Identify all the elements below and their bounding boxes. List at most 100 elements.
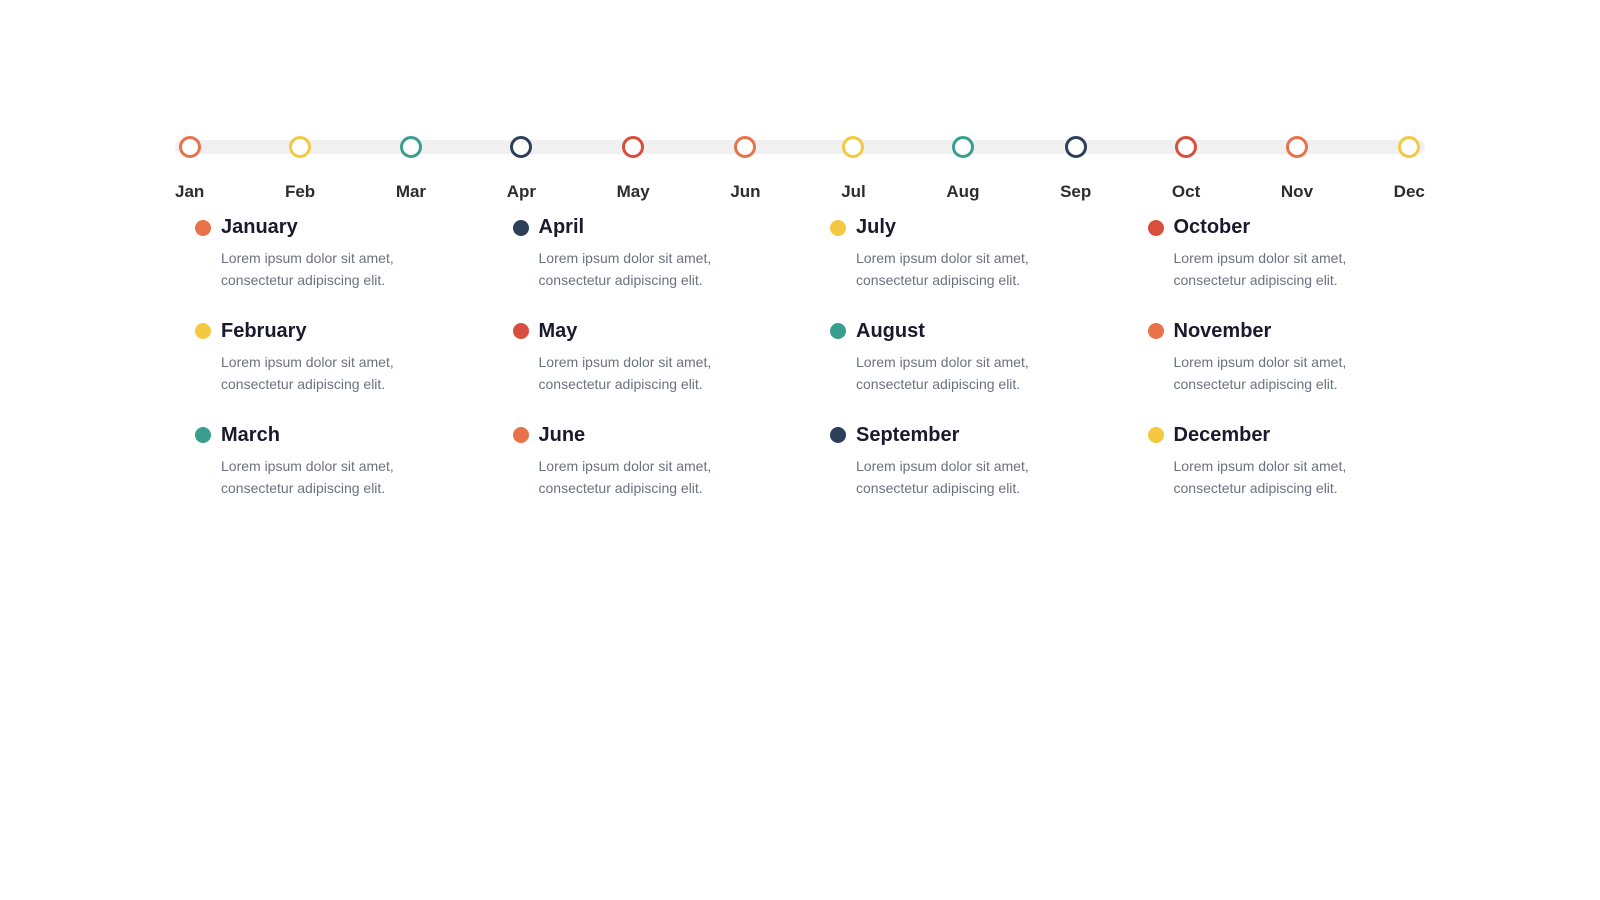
month-short-label: Oct xyxy=(1172,182,1200,202)
month-heading: June xyxy=(513,424,771,447)
timeline-dot-jul: Jul xyxy=(841,140,866,202)
month-name-september: September xyxy=(856,424,959,447)
month-entry-april: April Lorem ipsum dolor sit amet, consec… xyxy=(493,204,791,308)
month-heading: February xyxy=(195,320,453,343)
bullet-october xyxy=(1148,220,1164,236)
month-short-label: May xyxy=(617,182,650,202)
timeline-dot-sep: Sep xyxy=(1060,140,1091,202)
bullet-december xyxy=(1148,427,1164,443)
dot-dec xyxy=(1398,136,1420,158)
month-heading: January xyxy=(195,216,453,239)
dot-apr xyxy=(510,136,532,158)
month-name-july: July xyxy=(856,216,896,239)
bullet-march xyxy=(195,427,211,443)
bullet-january xyxy=(195,220,211,236)
month-short-label: Nov xyxy=(1281,182,1313,202)
month-name-june: June xyxy=(539,424,586,447)
month-heading: August xyxy=(830,320,1088,343)
month-name-march: March xyxy=(221,424,280,447)
month-entry-march: March Lorem ipsum dolor sit amet, consec… xyxy=(175,412,473,516)
timeline-dot-aug: Aug xyxy=(946,140,979,202)
month-entry-june: June Lorem ipsum dolor sit amet, consect… xyxy=(493,412,791,516)
timeline-dot-jan: Jan xyxy=(175,140,204,202)
month-desc-july: Lorem ipsum dolor sit amet, consectetur … xyxy=(830,247,1088,292)
month-short-label: Dec xyxy=(1394,182,1425,202)
timeline-dot-oct: Oct xyxy=(1172,140,1200,202)
month-name-november: November xyxy=(1174,320,1272,343)
month-entry-december: December Lorem ipsum dolor sit amet, con… xyxy=(1128,412,1426,516)
month-desc-june: Lorem ipsum dolor sit amet, consectetur … xyxy=(513,455,771,500)
month-name-may: May xyxy=(539,320,578,343)
dot-feb xyxy=(289,136,311,158)
dot-nov xyxy=(1286,136,1308,158)
bullet-november xyxy=(1148,323,1164,339)
month-short-label: Jul xyxy=(841,182,866,202)
month-heading: October xyxy=(1148,216,1406,239)
bullet-august xyxy=(830,323,846,339)
month-short-label: Jan xyxy=(175,182,204,202)
timeline-dot-feb: Feb xyxy=(285,140,315,202)
month-heading: December xyxy=(1148,424,1406,447)
bullet-may xyxy=(513,323,529,339)
month-name-december: December xyxy=(1174,424,1271,447)
month-desc-october: Lorem ipsum dolor sit amet, consectetur … xyxy=(1148,247,1406,292)
month-heading: July xyxy=(830,216,1088,239)
timeline-dot-apr: Apr xyxy=(507,140,536,202)
month-desc-november: Lorem ipsum dolor sit amet, consectetur … xyxy=(1148,351,1406,396)
month-entry-january: January Lorem ipsum dolor sit amet, cons… xyxy=(175,204,473,308)
dot-mar xyxy=(400,136,422,158)
month-entry-february: February Lorem ipsum dolor sit amet, con… xyxy=(175,308,473,412)
month-name-august: August xyxy=(856,320,925,343)
bullet-june xyxy=(513,427,529,443)
month-name-february: February xyxy=(221,320,307,343)
month-desc-february: Lorem ipsum dolor sit amet, consectetur … xyxy=(195,351,453,396)
month-desc-april: Lorem ipsum dolor sit amet, consectetur … xyxy=(513,247,771,292)
month-heading: April xyxy=(513,216,771,239)
dot-jan xyxy=(179,136,201,158)
timeline-dot-nov: Nov xyxy=(1281,140,1313,202)
timeline: Jan Feb Mar Apr May Jun Jul Aug Sep Oct … xyxy=(175,140,1425,154)
timeline-dot-dec: Dec xyxy=(1394,140,1425,202)
month-name-january: January xyxy=(221,216,298,239)
timeline-dot-jun: Jun xyxy=(730,140,760,202)
month-entry-september: September Lorem ipsum dolor sit amet, co… xyxy=(810,412,1108,516)
timeline-dot-mar: Mar xyxy=(396,140,426,202)
month-short-label: Jun xyxy=(730,182,760,202)
dot-may xyxy=(622,136,644,158)
month-desc-august: Lorem ipsum dolor sit amet, consectetur … xyxy=(830,351,1088,396)
timeline-bar: Jan Feb Mar Apr May Jun Jul Aug Sep Oct … xyxy=(175,140,1425,154)
dot-sep xyxy=(1065,136,1087,158)
month-heading: May xyxy=(513,320,771,343)
month-desc-january: Lorem ipsum dolor sit amet, consectetur … xyxy=(195,247,453,292)
month-heading: March xyxy=(195,424,453,447)
content-grid: January Lorem ipsum dolor sit amet, cons… xyxy=(175,204,1425,515)
month-name-april: April xyxy=(539,216,585,239)
month-desc-december: Lorem ipsum dolor sit amet, consectetur … xyxy=(1148,455,1406,500)
month-short-label: Sep xyxy=(1060,182,1091,202)
dot-aug xyxy=(952,136,974,158)
bullet-july xyxy=(830,220,846,236)
dot-oct xyxy=(1175,136,1197,158)
month-entry-july: July Lorem ipsum dolor sit amet, consect… xyxy=(810,204,1108,308)
month-name-october: October xyxy=(1174,216,1251,239)
month-desc-march: Lorem ipsum dolor sit amet, consectetur … xyxy=(195,455,453,500)
month-desc-september: Lorem ipsum dolor sit amet, consectetur … xyxy=(830,455,1088,500)
month-short-label: Apr xyxy=(507,182,536,202)
month-heading: November xyxy=(1148,320,1406,343)
bullet-april xyxy=(513,220,529,236)
bullet-february xyxy=(195,323,211,339)
month-entry-november: November Lorem ipsum dolor sit amet, con… xyxy=(1128,308,1426,412)
bullet-september xyxy=(830,427,846,443)
month-heading: September xyxy=(830,424,1088,447)
timeline-dot-may: May xyxy=(617,140,650,202)
month-short-label: Mar xyxy=(396,182,426,202)
dot-jun xyxy=(734,136,756,158)
month-entry-october: October Lorem ipsum dolor sit amet, cons… xyxy=(1128,204,1426,308)
month-short-label: Feb xyxy=(285,182,315,202)
timeline-months: Jan Feb Mar Apr May Jun Jul Aug Sep Oct … xyxy=(175,140,1425,202)
month-entry-august: August Lorem ipsum dolor sit amet, conse… xyxy=(810,308,1108,412)
dot-jul xyxy=(842,136,864,158)
month-desc-may: Lorem ipsum dolor sit amet, consectetur … xyxy=(513,351,771,396)
month-short-label: Aug xyxy=(946,182,979,202)
month-entry-may: May Lorem ipsum dolor sit amet, consecte… xyxy=(493,308,791,412)
